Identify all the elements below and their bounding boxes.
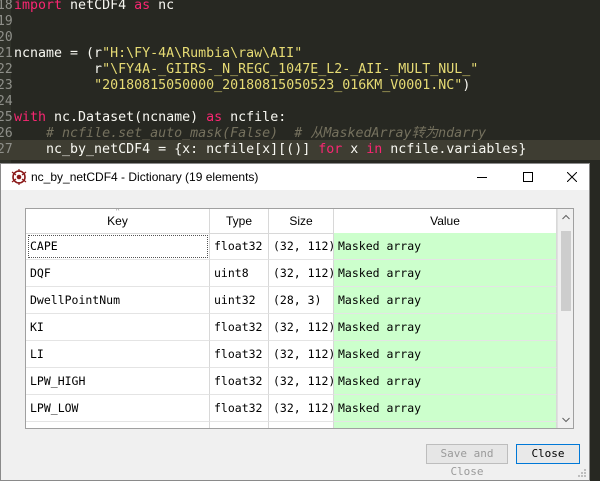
code-text: "20180815050000_20180815050523_016KM_V00… — [14, 76, 470, 96]
cell-key[interactable]: DQF — [26, 260, 210, 287]
code-token: in — [366, 142, 383, 157]
cell-key[interactable]: LPW_HIGH — [26, 368, 210, 395]
code-token: ) — [462, 78, 471, 93]
cell-size[interactable]: (28, 3) — [269, 287, 334, 314]
scroll-down-arrow[interactable] — [558, 412, 573, 428]
code-text: nc_by_netCDF4 = {x: ncfile[x][()] for x … — [14, 140, 526, 160]
cell-type[interactable] — [210, 422, 269, 428]
cell-value[interactable]: Masked array — [334, 314, 557, 341]
code-token: netCDF4 — [62, 0, 135, 13]
save-and-close-button[interactable]: Save and Close — [426, 444, 508, 478]
code-token: ncfile.variables} — [382, 142, 527, 157]
resize-grip-icon[interactable] — [577, 468, 587, 478]
code-token: "\FY4A-_GIIRS-_N_REGC_1047E_L2-_AII-_MUL… — [102, 62, 479, 77]
maximize-button[interactable] — [510, 164, 546, 190]
code-line[interactable]: 27 nc_by_netCDF4 = {x: ncfile[x][()] for… — [0, 140, 600, 160]
table-row[interactable]: KI float32 (32, 112) Masked array — [26, 314, 557, 341]
column-header-value[interactable]: Value — [334, 209, 557, 233]
cell-value[interactable]: Masked array — [334, 341, 557, 368]
close-icon — [567, 172, 577, 182]
table-row[interactable] — [26, 422, 557, 428]
code-token: nc.Dataset(ncname) — [46, 110, 207, 125]
cell-type[interactable]: float32 — [210, 341, 269, 368]
column-header-type[interactable]: Type — [210, 209, 269, 233]
cell-size[interactable] — [269, 422, 334, 428]
table-row[interactable]: DQF uint8 (32, 112) Masked array — [26, 260, 557, 287]
cell-size[interactable]: (32, 112) — [269, 395, 334, 422]
cell-size[interactable]: (32, 112) — [269, 260, 334, 287]
code-token: "H:\FY-4A\Rumbia\raw\AII" — [102, 46, 303, 61]
cell-key[interactable]: CAPE — [26, 233, 210, 260]
table-row[interactable]: CAPE float32 (32, 112) Masked array — [26, 233, 557, 260]
table-header: ^ Key Type Size Value — [26, 209, 557, 234]
scroll-up-arrow[interactable] — [558, 209, 573, 225]
close-button[interactable]: Close — [516, 444, 580, 464]
sort-indicator-icon: ^ — [116, 208, 120, 215]
title-bar[interactable]: nc_by_netCDF4 - Dictionary (19 elements) — [1, 164, 589, 190]
chevron-up-icon — [562, 214, 570, 220]
scrollbar-thumb[interactable] — [561, 231, 571, 311]
cell-size[interactable]: (32, 112) — [269, 314, 334, 341]
dictionary-table[interactable]: ^ Key Type Size Value CAPE float32 (32, 11… — [25, 208, 574, 429]
code-token: "20180815050000_20180815050523_016KM_V00… — [94, 78, 463, 93]
cell-value[interactable]: Masked array — [334, 395, 557, 422]
close-window-button[interactable] — [554, 164, 590, 190]
cell-value[interactable] — [334, 422, 557, 428]
table-row[interactable]: LPW_HIGH float32 (32, 112) Masked array — [26, 368, 557, 395]
chevron-down-icon — [562, 417, 570, 423]
table-row[interactable]: LI float32 (32, 112) Masked array — [26, 341, 557, 368]
minimize-icon — [477, 177, 487, 178]
minimize-button[interactable] — [464, 164, 500, 190]
cell-key[interactable]: KI — [26, 314, 210, 341]
spyder-app-icon — [11, 169, 27, 185]
code-token: ncfile: — [222, 110, 287, 125]
table-row[interactable]: DwellPointNum uint32 (28, 3) Masked array — [26, 287, 557, 314]
maximize-icon — [523, 172, 533, 182]
table-row[interactable]: LPW_LOW float32 (32, 112) Masked array — [26, 395, 557, 422]
cell-key[interactable]: LPW_LOW — [26, 395, 210, 422]
code-editor[interactable]: 18 import netCDF4 as nc 19 20 21 ncname = (r"… — [0, 0, 600, 163]
code-token: as — [206, 110, 223, 125]
code-token: nc_by_netCDF4 = {x: ncfile[x][()] — [14, 142, 319, 157]
cell-value[interactable]: Masked array — [334, 260, 557, 287]
cell-type[interactable]: float32 — [210, 395, 269, 422]
cell-value[interactable]: Masked array — [334, 368, 557, 395]
code-token: as — [134, 0, 151, 13]
column-header-size[interactable]: Size — [269, 209, 334, 233]
cell-value[interactable]: Masked array — [334, 233, 557, 260]
dictionary-dialog: nc_by_netCDF4 - Dictionary (19 elements)… — [0, 163, 590, 481]
cell-key[interactable]: DwellPointNum — [26, 287, 210, 314]
code-token: # ncfile.set_auto_mask(False) # 从MaskedA… — [46, 126, 487, 141]
cell-key[interactable]: LI — [26, 341, 210, 368]
cell-type[interactable]: uint32 — [210, 287, 269, 314]
code-token: ncname = (r — [14, 46, 103, 61]
code-token: with — [14, 110, 47, 125]
code-text: import netCDF4 as nc — [14, 0, 174, 16]
cell-type[interactable]: float32 — [210, 368, 269, 395]
cell-size[interactable]: (32, 112) — [269, 233, 334, 260]
cell-value[interactable]: Masked array — [334, 287, 557, 314]
cell-key[interactable] — [26, 422, 210, 428]
code-token: x — [342, 142, 367, 157]
line-number: 27 — [0, 142, 13, 157]
cell-type[interactable]: float32 — [210, 314, 269, 341]
dialog-title: nc_by_netCDF4 - Dictionary (19 elements) — [31, 170, 259, 184]
cell-size[interactable]: (32, 112) — [269, 341, 334, 368]
column-header-key[interactable]: ^ Key — [26, 209, 210, 233]
code-token: for — [318, 142, 343, 157]
vertical-scrollbar[interactable] — [557, 209, 573, 428]
cell-type[interactable]: uint8 — [210, 260, 269, 287]
code-token: r — [14, 62, 103, 77]
code-token: import — [14, 0, 63, 13]
cell-type[interactable]: float32 — [210, 233, 269, 260]
code-token: nc — [150, 0, 175, 13]
cell-size[interactable]: (32, 112) — [269, 368, 334, 395]
